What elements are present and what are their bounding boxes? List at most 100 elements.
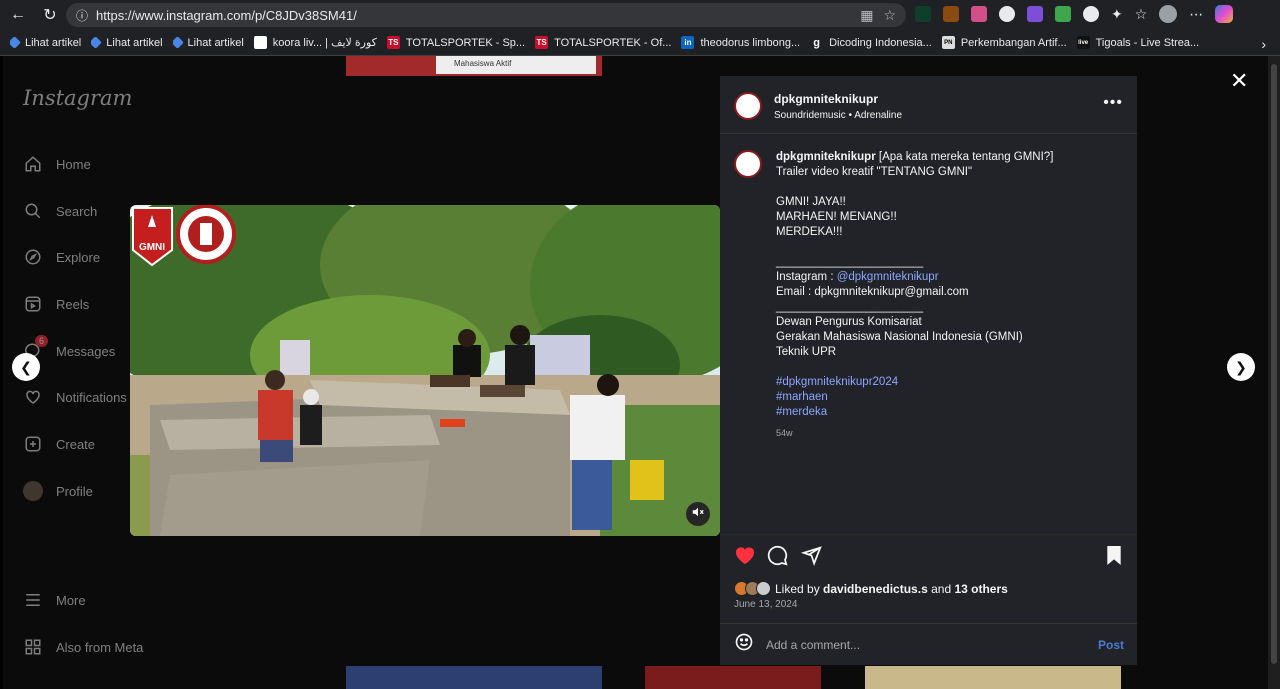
bookmark-save-icon[interactable] bbox=[1105, 545, 1123, 571]
profile-avatar-icon bbox=[23, 481, 43, 501]
post-caption: dpkgmniteknikupr [Apa kata mereka tentan… bbox=[776, 150, 1106, 420]
bookmark-item[interactable]: PN Perkembangan Artif... bbox=[941, 36, 1067, 49]
bookmark-item[interactable]: Lihat artikel bbox=[10, 36, 81, 49]
previous-post-button[interactable]: ❮ bbox=[12, 353, 40, 381]
caption-line: ​ bbox=[776, 240, 1106, 255]
sidebar-item-reels[interactable]: Reels bbox=[23, 292, 89, 316]
hashtag-link[interactable]: #marhaen bbox=[776, 390, 1106, 405]
post-comment-button[interactable]: Post bbox=[1098, 638, 1124, 652]
post-video[interactable]: GMNI bbox=[130, 205, 720, 536]
compass-icon bbox=[23, 247, 43, 267]
liker-avatars bbox=[734, 581, 771, 596]
page-scrollbar[interactable] bbox=[1268, 56, 1280, 689]
ts-logo-icon: TS bbox=[535, 36, 549, 49]
post-header: dpkgmniteknikupr Soundridemusic • Adrena… bbox=[720, 76, 1137, 134]
sidebar-item-notifications[interactable]: Notifications bbox=[23, 385, 127, 409]
post-date[interactable]: June 13, 2024 bbox=[734, 599, 797, 610]
sidebar-item-label: Search bbox=[56, 203, 98, 219]
sidebar-item-explore[interactable]: Explore bbox=[23, 245, 100, 269]
hashtag-link[interactable]: #dpkgmniteknikupr2024 bbox=[776, 375, 1106, 390]
chevron-left-icon: ❮ bbox=[20, 358, 32, 375]
next-post-button[interactable]: ❯ bbox=[1227, 353, 1255, 381]
sidebar-item-also-from-meta[interactable]: Also from Meta bbox=[23, 635, 143, 659]
favorite-star-icon[interactable]: ☆ bbox=[883, 7, 896, 24]
bookmark-item[interactable]: in theodorus limbong... bbox=[681, 36, 800, 49]
comment-icon[interactable] bbox=[767, 545, 788, 571]
bookmark-label: TOTALSPORTEK - Sp... bbox=[405, 36, 526, 49]
bookmark-item[interactable]: TS TOTALSPORTEK - Of... bbox=[535, 36, 671, 49]
bookmark-label: koora liv... | كورة لايف bbox=[272, 37, 377, 49]
bookmark-label: Lihat artikel bbox=[187, 36, 244, 49]
instagram-page: Mahasiswa Aktif Instagram Home Search Ex… bbox=[3, 56, 1268, 689]
address-bar[interactable]: ⓘ https://www.instagram.com/p/C8JDv38SM4… bbox=[66, 3, 906, 27]
bookmark-item[interactable]: Lihat artikel bbox=[91, 36, 163, 49]
extension-icon[interactable] bbox=[915, 6, 931, 22]
caption-line: Instagram : bbox=[776, 271, 837, 283]
caption-line: Trailer video kreatif "TENTANG GMNI" bbox=[776, 166, 973, 178]
share-icon[interactable] bbox=[800, 545, 822, 571]
bookmark-item[interactable]: koora liv... | كورة لايف bbox=[253, 36, 377, 49]
background-post-thumbnail bbox=[645, 666, 821, 689]
extension-icon[interactable] bbox=[1055, 6, 1071, 22]
extension-icon[interactable] bbox=[1083, 6, 1099, 22]
author-avatar[interactable] bbox=[734, 92, 762, 120]
author-username[interactable]: dpkgmniteknikupr bbox=[774, 92, 878, 106]
live-icon: live bbox=[1076, 36, 1090, 49]
extension-icon[interactable] bbox=[1027, 6, 1043, 22]
caption-line: Gerakan Mahasiswa Nasional Indonesia (GM… bbox=[776, 331, 1023, 343]
page-icon bbox=[253, 36, 267, 49]
bookmark-label: theodorus limbong... bbox=[700, 36, 801, 49]
sidebar-item-label: Create bbox=[56, 436, 96, 452]
sidebar-item-search[interactable]: Search bbox=[23, 199, 97, 223]
sidebar-item-profile[interactable]: Profile bbox=[23, 479, 93, 503]
hashtag-link[interactable]: #merdeka bbox=[776, 405, 1106, 420]
extension-icon[interactable] bbox=[943, 6, 959, 22]
audio-label[interactable]: Soundridemusic • Adrenaline bbox=[774, 110, 902, 121]
reload-icon[interactable]: ↻ bbox=[38, 3, 62, 27]
bookmarks-overflow-chevron-icon[interactable]: › bbox=[1261, 36, 1266, 52]
close-icon[interactable]: ✕ bbox=[1230, 68, 1248, 94]
more-options-icon[interactable]: ••• bbox=[1103, 94, 1123, 112]
likes-summary[interactable]: Liked by davidbenedictus.s and 13 others bbox=[734, 581, 1008, 596]
like-heart-icon[interactable] bbox=[734, 545, 756, 570]
bookmark-label: Dicoding Indonesia... bbox=[829, 36, 932, 49]
post-details-panel: dpkgmniteknikupr Soundridemusic • Adrena… bbox=[720, 76, 1137, 665]
extension-icon[interactable] bbox=[971, 6, 987, 22]
extensions-puzzle-icon[interactable]: ✦ bbox=[1111, 6, 1123, 23]
bookmark-item[interactable]: Lihat artikel bbox=[172, 36, 244, 49]
bookmark-item[interactable]: g Dicoding Indonesia... bbox=[810, 36, 932, 49]
gmni-seal-logo bbox=[176, 205, 236, 264]
sidebar-item-label: Explore bbox=[56, 249, 101, 265]
instagram-handle-link[interactable]: @dpkgmniteknikupr bbox=[837, 271, 939, 283]
instagram-logo[interactable]: Instagram bbox=[23, 86, 132, 110]
bookmark-label: TOTALSPORTEK - Of... bbox=[554, 36, 672, 49]
dicoding-icon: g bbox=[813, 36, 820, 49]
comment-input[interactable]: Add a comment... bbox=[766, 638, 860, 652]
sidebar-item-more[interactable]: More bbox=[23, 588, 86, 612]
scrollbar-thumb[interactable] bbox=[1271, 64, 1277, 664]
sidebar-item-home[interactable]: Home bbox=[23, 152, 91, 176]
liked-by-user[interactable]: davidbenedictus.s bbox=[823, 582, 928, 596]
background-thumb-text: Mahasiswa Aktif bbox=[454, 59, 512, 68]
post-age[interactable]: 54w bbox=[776, 428, 793, 438]
back-icon[interactable]: ← bbox=[6, 3, 30, 27]
favorites-icon[interactable]: ☆ bbox=[1135, 6, 1148, 23]
svg-text:GMNI: GMNI bbox=[139, 242, 165, 253]
bookmark-item[interactable]: TS TOTALSPORTEK - Sp... bbox=[386, 36, 526, 49]
apps-icon[interactable]: ▦ bbox=[860, 7, 873, 24]
liked-others-count[interactable]: 13 others bbox=[954, 582, 1007, 596]
emoji-icon[interactable] bbox=[734, 632, 754, 657]
sidebar-item-label: Reels bbox=[56, 296, 90, 312]
menu-dots-icon[interactable]: ⋯ bbox=[1189, 6, 1203, 23]
caption-author-avatar[interactable] bbox=[734, 150, 762, 178]
caption-username[interactable]: dpkgmniteknikupr bbox=[776, 151, 876, 163]
site-info-icon[interactable]: ⓘ bbox=[76, 7, 88, 24]
caption-line: GMNI! JAYA!! bbox=[776, 196, 846, 208]
caption-line: ​ bbox=[776, 360, 1106, 375]
extension-icon[interactable] bbox=[999, 6, 1015, 22]
sidebar-item-create[interactable]: Create bbox=[23, 432, 95, 456]
profile-avatar-icon[interactable] bbox=[1159, 5, 1178, 23]
bookmark-item[interactable]: live Tigoals - Live Strea... bbox=[1076, 36, 1199, 49]
copilot-icon[interactable] bbox=[1215, 5, 1234, 23]
mute-button[interactable] bbox=[686, 502, 710, 526]
